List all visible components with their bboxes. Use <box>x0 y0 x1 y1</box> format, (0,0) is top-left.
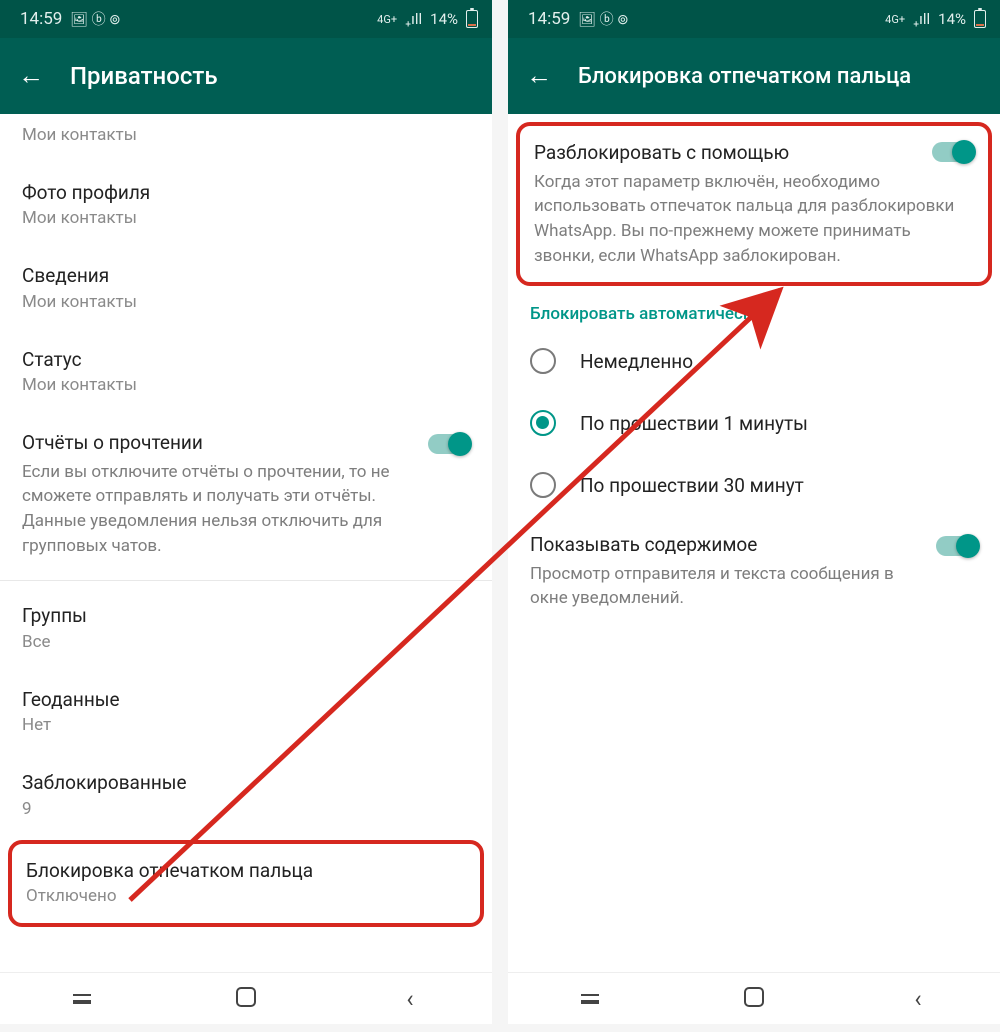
nav-recents-button[interactable] <box>67 989 97 1008</box>
nav-bar: ‹ <box>0 972 492 1024</box>
radio-label: Немедленно <box>580 350 693 373</box>
toggle-switch[interactable] <box>932 142 974 162</box>
setting-label: Сведения <box>22 263 470 289</box>
nav-back-button[interactable]: ‹ <box>903 985 933 1013</box>
setting-status[interactable]: Статус Мои контакты <box>0 331 492 414</box>
status-signal-icons: ₊ıll <box>405 10 422 28</box>
nav-recents-button[interactable] <box>575 989 605 1008</box>
screen-title: Приватность <box>70 62 218 90</box>
nav-back-button[interactable]: ‹ <box>395 985 425 1013</box>
radio-after-1-min[interactable]: По прошествии 1 минуты <box>508 392 1000 454</box>
status-time: 14:59 <box>20 9 62 29</box>
status-signal-icons: ₊ıll <box>913 10 930 28</box>
status-net-label: 4G+ <box>377 13 397 26</box>
setting-label: Блокировка отпечатком пальца <box>26 858 466 884</box>
radio-icon[interactable] <box>530 410 556 436</box>
radio-label: По прошествии 30 минут <box>580 474 804 497</box>
setting-label: Статус <box>22 347 470 373</box>
fingerprint-settings: Разблокировать с помощью Когда этот пара… <box>508 114 1000 972</box>
setting-groups[interactable]: Группы Все <box>0 587 492 670</box>
status-bar: 14:59 🖼 ⓑ ⊚ 4G+ ₊ıll 14% <box>508 0 1000 38</box>
setting-label: Заблокированные <box>22 770 470 796</box>
status-time: 14:59 <box>528 9 570 29</box>
setting-label: Разблокировать с помощью <box>534 140 974 166</box>
radio-icon[interactable] <box>530 472 556 498</box>
highlight-fingerprint-row: Блокировка отпечатком пальца Отключено <box>8 840 484 927</box>
setting-label: Показывать содержимое <box>530 532 920 558</box>
setting-value: Все <box>22 631 470 655</box>
setting-value: Отключено <box>26 885 466 909</box>
setting-value: 9 <box>22 798 470 822</box>
status-net-label: 4G+ <box>885 13 905 26</box>
setting-label: Группы <box>22 603 470 629</box>
setting-value: Мои контакты <box>22 124 470 148</box>
setting-description: Если вы отключите отчёты о прочтении, то… <box>22 460 412 559</box>
status-battery-pct: 14% <box>938 10 966 28</box>
setting-description: Просмотр отправителя и текста сообщения … <box>530 562 920 611</box>
nav-bar: ‹ <box>508 972 1000 1024</box>
setting-fingerprint-lock[interactable]: Блокировка отпечатком пальца Отключено <box>12 844 480 923</box>
setting-label: Геоданные <box>22 687 470 713</box>
setting-value: Мои контакты <box>22 374 470 398</box>
back-button[interactable]: ← <box>18 63 44 89</box>
setting-read-receipts[interactable]: Отчёты о прочтении Если вы отключите отч… <box>0 414 492 574</box>
status-notif-icons: 🖼 ⓑ ⊚ <box>578 9 628 29</box>
setting-about[interactable]: Сведения Мои контакты <box>0 247 492 330</box>
app-bar: ← Блокировка отпечатком пальца <box>508 38 1000 114</box>
divider <box>0 580 492 581</box>
phone-right: 14:59 🖼 ⓑ ⊚ 4G+ ₊ıll 14% ← Блокировка от… <box>508 0 1000 1024</box>
toggle-switch[interactable] <box>428 434 470 454</box>
settings-list: Мои контакты Фото профиля Мои контакты С… <box>0 114 492 972</box>
battery-icon <box>974 10 986 28</box>
setting-value: Нет <box>22 714 470 738</box>
setting-live-location[interactable]: Геоданные Нет <box>0 671 492 754</box>
battery-icon <box>466 10 478 28</box>
section-autolock: Блокировать автоматически <box>508 288 1000 330</box>
highlight-unlock-row: Разблокировать с помощью Когда этот пара… <box>516 122 992 286</box>
setting-last-seen[interactable]: Мои контакты <box>0 114 492 164</box>
radio-immediately[interactable]: Немедленно <box>508 330 1000 392</box>
setting-description: Когда этот параметр включён, необходимо … <box>534 170 974 269</box>
setting-label: Фото профиля <box>22 180 470 206</box>
radio-icon[interactable] <box>530 348 556 374</box>
status-notif-icons: 🖼 ⓑ ⊚ <box>70 9 120 29</box>
screen-title: Блокировка отпечатком пальца <box>578 64 911 89</box>
radio-after-30-min[interactable]: По прошествии 30 минут <box>508 454 1000 516</box>
setting-show-content[interactable]: Показывать содержимое Просмотр отправите… <box>508 516 1000 627</box>
setting-value: Мои контакты <box>22 291 470 315</box>
phone-left: 14:59 🖼 ⓑ ⊚ 4G+ ₊ıll 14% ← Приватность М… <box>0 0 492 1024</box>
back-button[interactable]: ← <box>526 63 552 89</box>
toggle-switch[interactable] <box>936 536 978 556</box>
nav-home-button[interactable] <box>231 987 261 1011</box>
status-bar: 14:59 🖼 ⓑ ⊚ 4G+ ₊ıll 14% <box>0 0 492 38</box>
nav-home-button[interactable] <box>739 987 769 1011</box>
setting-profile-photo[interactable]: Фото профиля Мои контакты <box>0 164 492 247</box>
radio-label: По прошествии 1 минуты <box>580 412 808 435</box>
setting-label: Отчёты о прочтении <box>22 430 412 456</box>
setting-value: Мои контакты <box>22 207 470 231</box>
status-battery-pct: 14% <box>430 10 458 28</box>
app-bar: ← Приватность <box>0 38 492 114</box>
setting-blocked[interactable]: Заблокированные 9 <box>0 754 492 837</box>
setting-unlock-with-fingerprint[interactable]: Разблокировать с помощью Когда этот пара… <box>520 126 988 282</box>
